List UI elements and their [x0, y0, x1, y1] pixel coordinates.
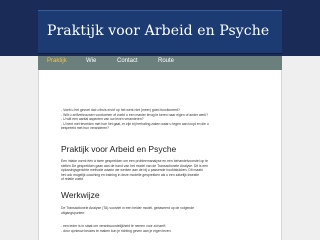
section-heading-werkwijze: Werkwijze [61, 190, 100, 200]
intro-paragraph: Een intake vormt één à twee gesprekken o… [61, 159, 265, 182]
werkwijze-paragraph: De Transactionele Analyse (TA) voorziet … [61, 206, 265, 215]
list-item: bespreekt met hun veranderen? [61, 126, 110, 131]
section-heading-praktijk: Praktijk voor Arbeid en Psyche [61, 144, 177, 154]
werkwijze-list: - een ieder is in staat om verantwoordel… [61, 224, 265, 233]
nav-item-contact[interactable]: Contact [117, 58, 138, 64]
nav-item-praktijk[interactable]: Praktijk [47, 58, 67, 64]
main-nav: Praktijk Wie Contact Route [38, 56, 282, 70]
paragraph-line: of relatie zoekt [61, 177, 84, 182]
paragraph-line: uitgangspunten: [61, 210, 86, 215]
main-content: - Voelt u het gevoel dat u thuis en/of o… [38, 70, 282, 240]
question-list: - Voelt u het gevoel dat u thuis en/of o… [61, 108, 269, 131]
nav-item-wie[interactable]: Wie [86, 58, 96, 64]
site-header: Praktijk voor Arbeid en Psyche [38, 10, 282, 54]
nav-item-route[interactable]: Route [158, 58, 174, 64]
site-title[interactable]: Praktijk voor Arbeid en Psyche [47, 23, 269, 39]
list-item: - door opnieuw keuzes te maken kun je ri… [61, 228, 172, 233]
